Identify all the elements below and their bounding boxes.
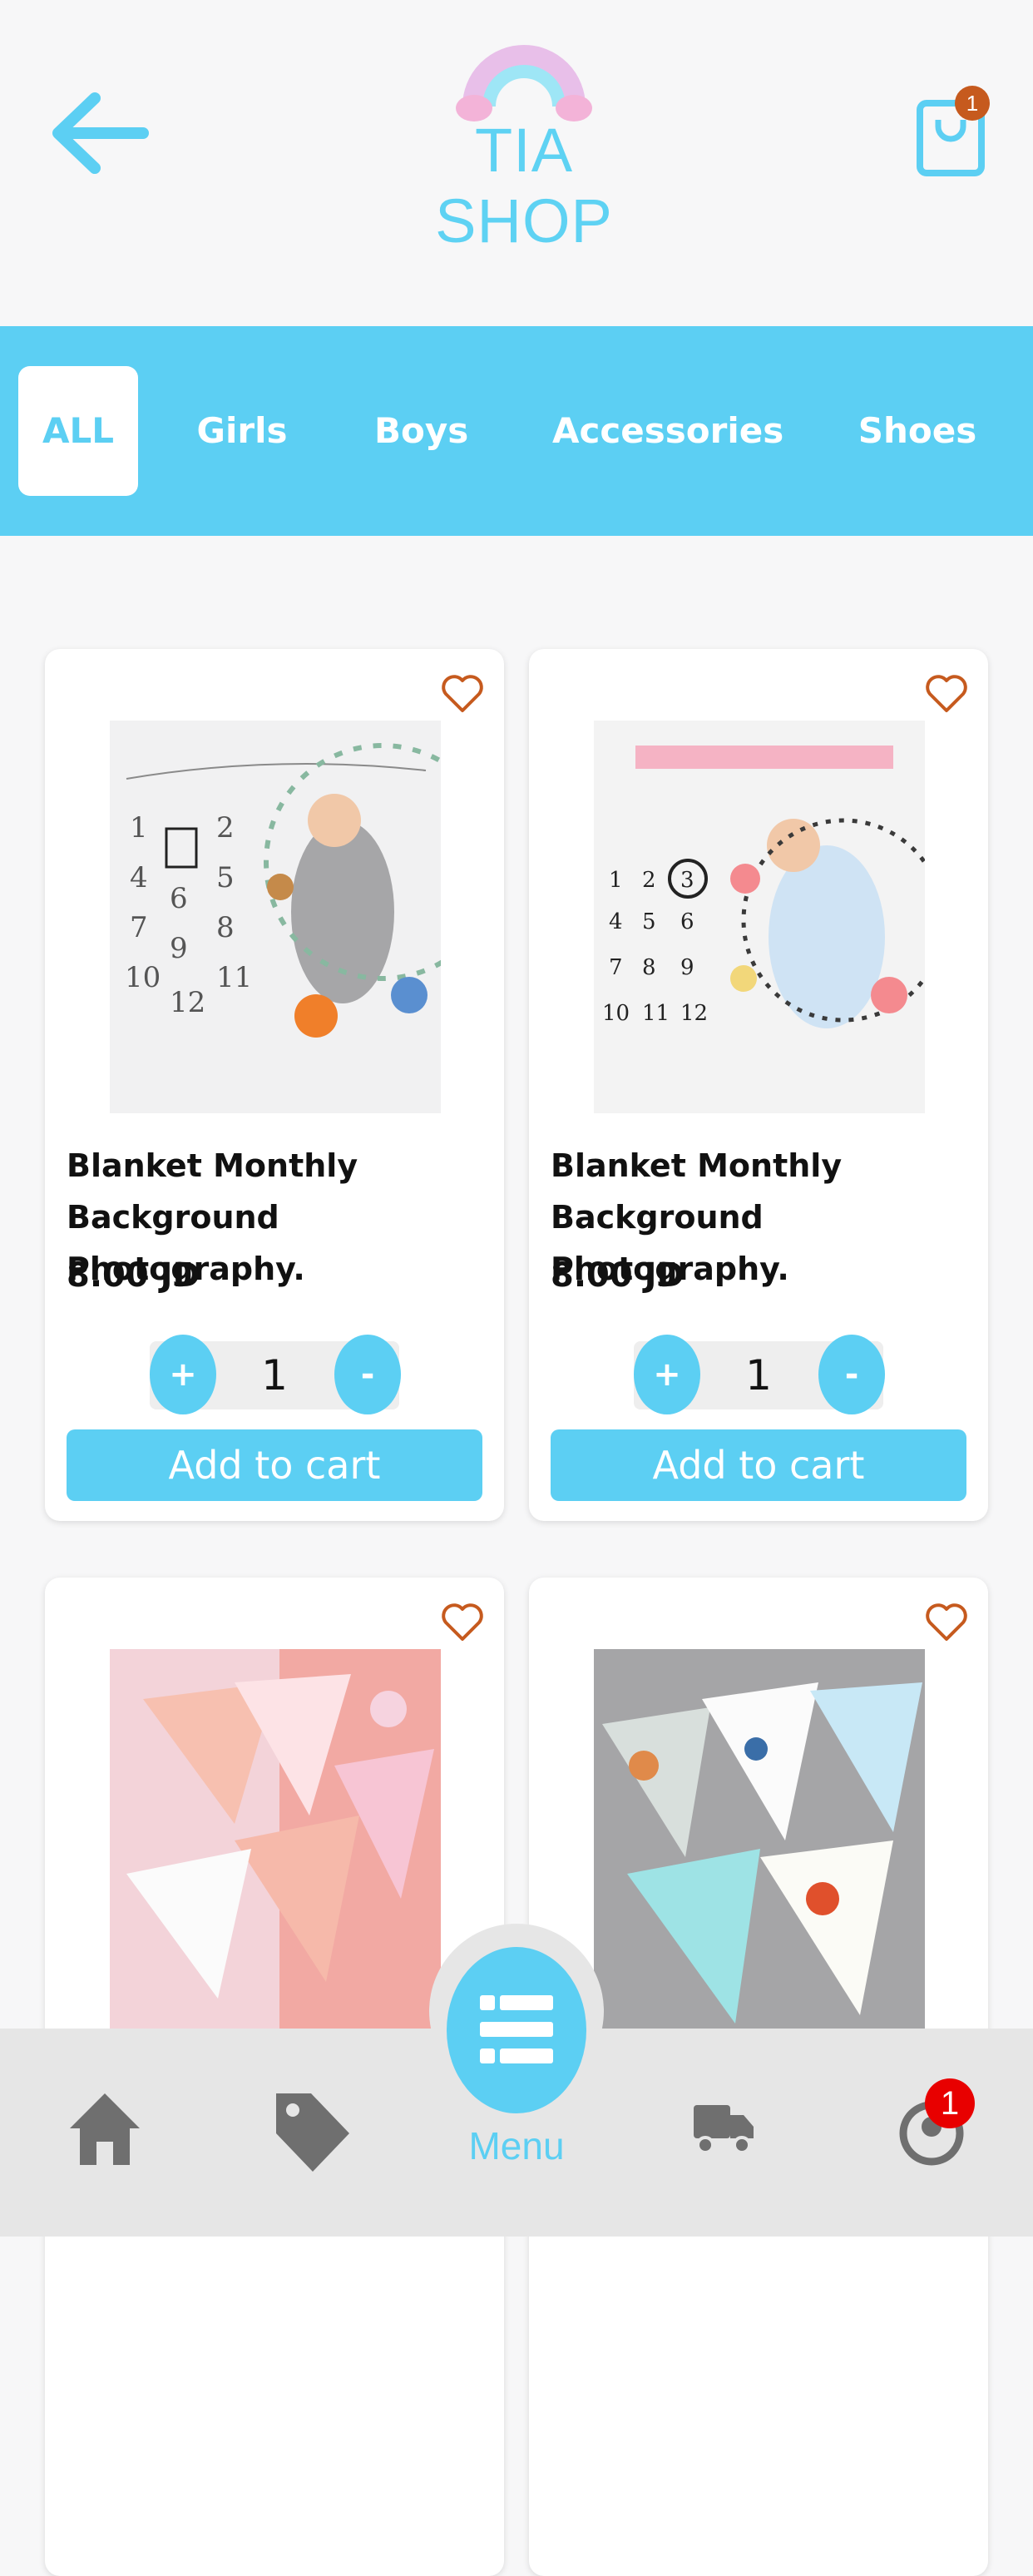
svg-text:6: 6 — [680, 909, 694, 934]
menu-button[interactable] — [447, 1947, 586, 2113]
product-price: 8.00 JD — [67, 1256, 200, 1295]
svg-text:5: 5 — [642, 909, 656, 934]
product-card[interactable]: 12 45 6 798 10 11 12 Blanket Monthly Back… — [45, 649, 504, 1521]
svg-text:6: 6 — [170, 882, 188, 915]
svg-text:7: 7 — [609, 955, 623, 980]
product-card[interactable]: 123 456 789 10 11 12 Blanket Monthly Backg… — [529, 649, 988, 1521]
product-image[interactable] — [110, 1649, 441, 2042]
svg-text:9: 9 — [680, 955, 694, 980]
tab-girls[interactable]: Girls — [196, 366, 288, 496]
app-header: TIA SHOP 1 — [0, 0, 1033, 326]
heart-icon[interactable] — [925, 674, 968, 714]
svg-text:8: 8 — [642, 955, 656, 980]
baby-blanket-image: 123 456 789 10 11 12 — [594, 721, 925, 1113]
svg-text:2: 2 — [216, 811, 235, 845]
increase-qty-button[interactable]: + — [150, 1335, 216, 1414]
increase-qty-button[interactable]: + — [634, 1335, 700, 1414]
svg-text:12: 12 — [680, 1001, 708, 1026]
tag-icon[interactable] — [269, 2087, 353, 2177]
svg-text:7: 7 — [130, 911, 148, 944]
tab-accessories[interactable]: Accessories — [552, 366, 783, 496]
svg-text:9: 9 — [170, 932, 188, 965]
heart-icon[interactable] — [441, 1603, 484, 1642]
add-to-cart-button[interactable]: Add to cart — [551, 1429, 966, 1501]
product-image[interactable]: 123 456 789 10 11 12 — [594, 721, 925, 1113]
category-bar: ALL Girls Boys Accessories Shoes — [0, 326, 1033, 536]
baby-blanket-image: 12 45 6 798 10 11 12 — [110, 721, 441, 1113]
profile-notification-badge: 1 — [925, 2078, 975, 2128]
heart-icon[interactable] — [441, 674, 484, 714]
add-to-cart-button[interactable]: Add to cart — [67, 1429, 482, 1501]
decrease-qty-button[interactable]: - — [818, 1335, 885, 1414]
decrease-qty-button[interactable]: - — [334, 1335, 401, 1414]
svg-text:4: 4 — [130, 861, 148, 894]
back-button[interactable] — [47, 87, 150, 180]
svg-text:5: 5 — [216, 861, 235, 894]
svg-text:8: 8 — [216, 911, 235, 944]
svg-text:11: 11 — [642, 1001, 670, 1026]
cart-count-badge: 1 — [955, 86, 990, 121]
svg-text:3: 3 — [680, 868, 694, 893]
home-icon[interactable] — [67, 2088, 143, 2168]
arrow-left-icon — [52, 92, 149, 174]
product-price: 8.00 JD — [551, 1256, 685, 1295]
tab-all[interactable]: ALL — [18, 366, 138, 496]
shop-logo: TIA SHOP — [383, 15, 665, 255]
menu-label[interactable]: Menu — [429, 2123, 604, 2168]
quantity-value: 1 — [261, 1351, 288, 1399]
tab-shoes[interactable]: Shoes — [857, 366, 978, 496]
quantity-value: 1 — [745, 1351, 772, 1399]
product-image[interactable]: 12 45 6 798 10 11 12 — [110, 721, 441, 1113]
svg-text:10: 10 — [602, 1001, 630, 1026]
logo-text: TIA SHOP — [435, 116, 613, 255]
svg-text:10: 10 — [125, 961, 161, 994]
bib-set-image — [594, 1649, 925, 2042]
svg-text:1: 1 — [609, 868, 623, 893]
list-menu-icon — [480, 1995, 553, 2063]
bib-set-image — [110, 1649, 441, 2042]
product-image[interactable] — [594, 1649, 925, 2042]
tab-boys[interactable]: Boys — [374, 366, 468, 496]
heart-icon[interactable] — [925, 1603, 968, 1642]
svg-text:11: 11 — [216, 961, 252, 994]
truck-icon[interactable] — [692, 2102, 755, 2157]
svg-text:2: 2 — [642, 868, 656, 893]
svg-text:12: 12 — [170, 986, 205, 1019]
svg-text:1: 1 — [130, 811, 148, 845]
svg-text:4: 4 — [609, 909, 623, 934]
rainbow-logo-icon — [456, 45, 592, 121]
